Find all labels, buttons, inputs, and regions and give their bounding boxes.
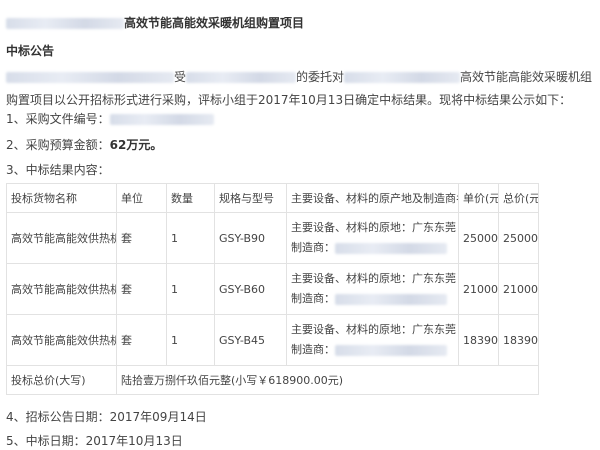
maker-line: 制造商： xyxy=(291,340,454,360)
cell-unit-price: 250000 xyxy=(458,212,499,264)
cell-name: 高效节能高能效供热机组 xyxy=(6,212,117,264)
maker-label: 制造商： xyxy=(291,343,335,356)
item-result-heading: 3、中标结果内容： xyxy=(6,163,110,177)
intro-paragraph: 受的委托对 高效节能高能效采暖机组购置项目以公开招标形式进行采购，评标小组于201… xyxy=(6,66,594,112)
cell-qty: 1 xyxy=(166,263,215,315)
cell-name: 高效节能高能效供热机组 xyxy=(6,314,117,366)
cell-unit-price: 183900 xyxy=(458,314,499,366)
cell-model: GSY-B90 xyxy=(214,212,287,264)
intro-text-1: 受 xyxy=(174,70,187,84)
table-row: 高效节能高能效供热机组 套 1 GSY-B90 主要设备、材料的原地：广东东莞 … xyxy=(6,212,539,264)
header-cell: 投标货物名称 xyxy=(6,183,117,213)
cell-name: 高效节能高能效供热机组 xyxy=(6,263,117,315)
cell-qty: 1 xyxy=(166,212,215,264)
budget-value: 62万元。 xyxy=(109,138,163,152)
cell-origin: 主要设备、材料的原地：广东东莞 制造商： xyxy=(286,212,459,264)
cell-unit: 套 xyxy=(116,212,167,264)
header-cell: 数量 xyxy=(166,183,215,213)
redacted-text xyxy=(186,72,297,83)
cell-origin: 主要设备、材料的原地：广东东莞 制造商： xyxy=(286,263,459,315)
maker-line: 制造商： xyxy=(291,238,454,258)
cell-qty: 1 xyxy=(166,314,215,366)
page-title-text: 高效节能高能效采暖机组购置项目 xyxy=(124,16,305,30)
header-cell: 总价(元) xyxy=(498,183,539,213)
redacted-text xyxy=(6,72,174,83)
redacted-text xyxy=(335,242,447,254)
item-award-date: 5、中标日期：2017年10月13日 xyxy=(6,434,183,448)
intro-text-2: 的委托对 xyxy=(296,70,345,84)
item1-label: 1、采购文件编号： xyxy=(6,112,110,126)
cell-unit-price: 210000 xyxy=(458,263,499,315)
header-cell: 主要设备、材料的原产地及制造商名称 xyxy=(286,183,459,213)
table-row: 高效节能高能效供热机组 套 1 GSY-B45 主要设备、材料的原地：广东东莞 … xyxy=(6,314,539,366)
cell-model: GSY-B45 xyxy=(214,314,287,366)
redacted-text xyxy=(109,114,214,125)
cell-total-price: 210000 xyxy=(498,263,539,315)
origin-text: 主要设备、材料的原地：广东东莞 xyxy=(291,323,456,336)
origin-text: 主要设备、材料的原地：广东东莞 xyxy=(291,272,456,285)
item2-label: 2、采购预算金额： xyxy=(6,138,110,152)
origin-text: 主要设备、材料的原地：广东东莞 xyxy=(291,221,456,234)
cell-unit: 套 xyxy=(116,314,167,366)
header-cell: 单价(元) xyxy=(458,183,499,213)
item-budget: 2、采购预算金额：62万元。 xyxy=(6,136,162,153)
table-header-row: 投标货物名称 单位 数量 规格与型号 主要设备、材料的原产地及制造商名称 单价(… xyxy=(6,183,539,213)
redacted-text xyxy=(335,344,447,356)
cell-unit: 套 xyxy=(116,263,167,315)
maker-line: 制造商： xyxy=(291,289,454,309)
cell-total-price: 250000 xyxy=(498,212,539,264)
total-label: 投标总价(大写) xyxy=(6,365,117,395)
cell-origin: 主要设备、材料的原地：广东东莞 制造商： xyxy=(286,314,459,366)
redacted-text xyxy=(344,72,461,83)
maker-label: 制造商： xyxy=(291,292,335,305)
item-procurement-number: 1、采购文件编号： xyxy=(6,110,214,127)
result-table: 投标货物名称 单位 数量 规格与型号 主要设备、材料的原产地及制造商名称 单价(… xyxy=(6,183,539,395)
section-title: 中标公告 xyxy=(6,44,55,58)
table-row: 高效节能高能效供热机组 套 1 GSY-B60 主要设备、材料的原地：广东东莞 … xyxy=(6,263,539,315)
redacted-text xyxy=(335,293,447,305)
redacted-text xyxy=(6,18,124,29)
header-cell: 单位 xyxy=(116,183,167,213)
announcement-page: 高效节能高能效采暖机组购置项目 中标公告 受的委托对 高效节能高能效采暖机组购置项… xyxy=(0,0,600,450)
maker-label: 制造商： xyxy=(291,241,335,254)
page-title: 高效节能高能效采暖机组购置项目 xyxy=(6,14,304,31)
table-total-row: 投标总价(大写) 陆拾壹万捌仟玖佰元整(小写￥618900.00元) xyxy=(6,365,539,395)
cell-total-price: 183900 xyxy=(498,314,539,366)
header-cell: 规格与型号 xyxy=(214,183,287,213)
total-value: 陆拾壹万捌仟玖佰元整(小写￥618900.00元) xyxy=(116,365,539,395)
cell-model: GSY-B60 xyxy=(214,263,287,315)
item-notice-date: 4、招标公告日期：2017年09月14日 xyxy=(6,410,207,424)
